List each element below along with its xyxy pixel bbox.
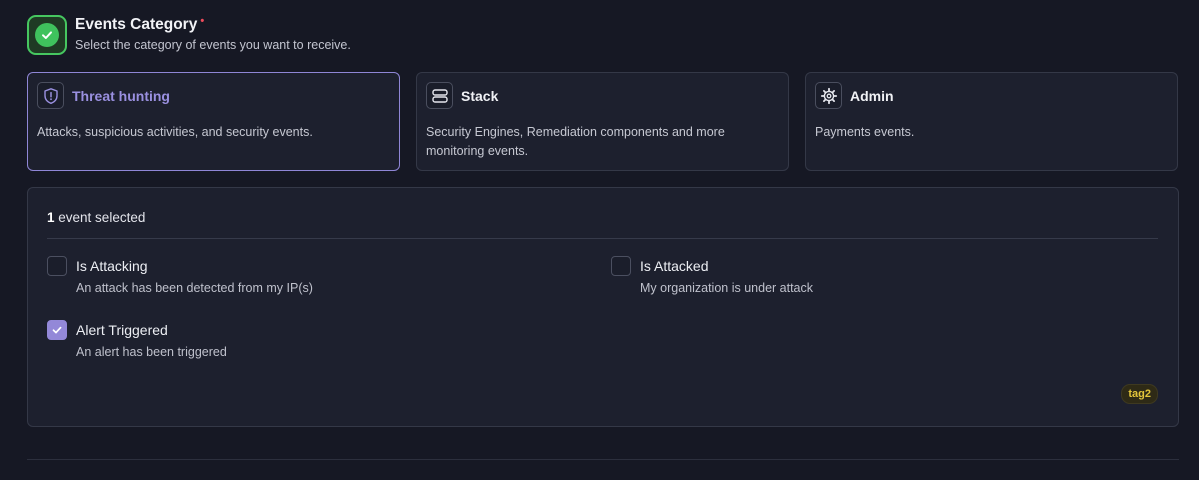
event-checkbox[interactable]	[47, 256, 67, 276]
panel-divider	[47, 238, 1158, 239]
category-card-stack[interactable]: Stack Security Engines, Remediation comp…	[416, 72, 789, 171]
events-panel: 1 event selected Is Attacking An attack …	[27, 187, 1179, 427]
section-subtitle: Select the category of events you want t…	[75, 38, 351, 52]
category-cards: Threat hunting Attacks, suspicious activ…	[27, 72, 1179, 171]
section-title: Events Category	[75, 16, 198, 33]
events-category-page: Events Category • Select the category of…	[0, 0, 1199, 480]
event-description: My organization is under attack	[640, 281, 814, 295]
required-marker: •	[200, 15, 205, 27]
gear-icon	[815, 82, 842, 109]
tag-badge: tag2	[1121, 384, 1158, 404]
selected-events-count: 1 event selected	[47, 210, 145, 225]
category-description: Security Engines, Remediation components…	[426, 125, 725, 158]
shield-alert-icon	[37, 82, 64, 109]
event-is-attacking: Is Attacking An attack has been detected…	[47, 256, 313, 295]
checkmark-icon	[52, 326, 62, 334]
event-alert-triggered: Alert Triggered An alert has been trigge…	[47, 320, 227, 359]
event-checkbox[interactable]	[611, 256, 631, 276]
event-is-attacked: Is Attacked My organization is under att…	[611, 256, 813, 295]
event-checkbox-checked[interactable]	[47, 320, 67, 340]
category-title: Stack	[461, 87, 499, 104]
category-description: Attacks, suspicious activities, and secu…	[37, 125, 313, 139]
category-title: Threat hunting	[72, 87, 170, 104]
category-title: Admin	[850, 87, 894, 104]
selected-count-number: 1	[47, 210, 55, 225]
section-divider	[27, 459, 1179, 460]
category-status-badge	[27, 15, 67, 55]
server-stack-icon	[426, 82, 453, 109]
event-description: An attack has been detected from my IP(s…	[76, 281, 313, 295]
event-description: An alert has been triggered	[76, 345, 227, 359]
event-label[interactable]: Alert Triggered	[76, 322, 168, 338]
event-label[interactable]: Is Attacked	[640, 258, 708, 274]
category-card-admin[interactable]: Admin Payments events.	[805, 72, 1178, 171]
selected-count-suffix: event selected	[58, 210, 146, 225]
events-category-header: Events Category • Select the category of…	[27, 15, 351, 55]
category-card-threat-hunting[interactable]: Threat hunting Attacks, suspicious activ…	[27, 72, 400, 171]
event-label[interactable]: Is Attacking	[76, 258, 148, 274]
check-circle-icon	[35, 23, 59, 47]
category-description: Payments events.	[815, 125, 915, 139]
